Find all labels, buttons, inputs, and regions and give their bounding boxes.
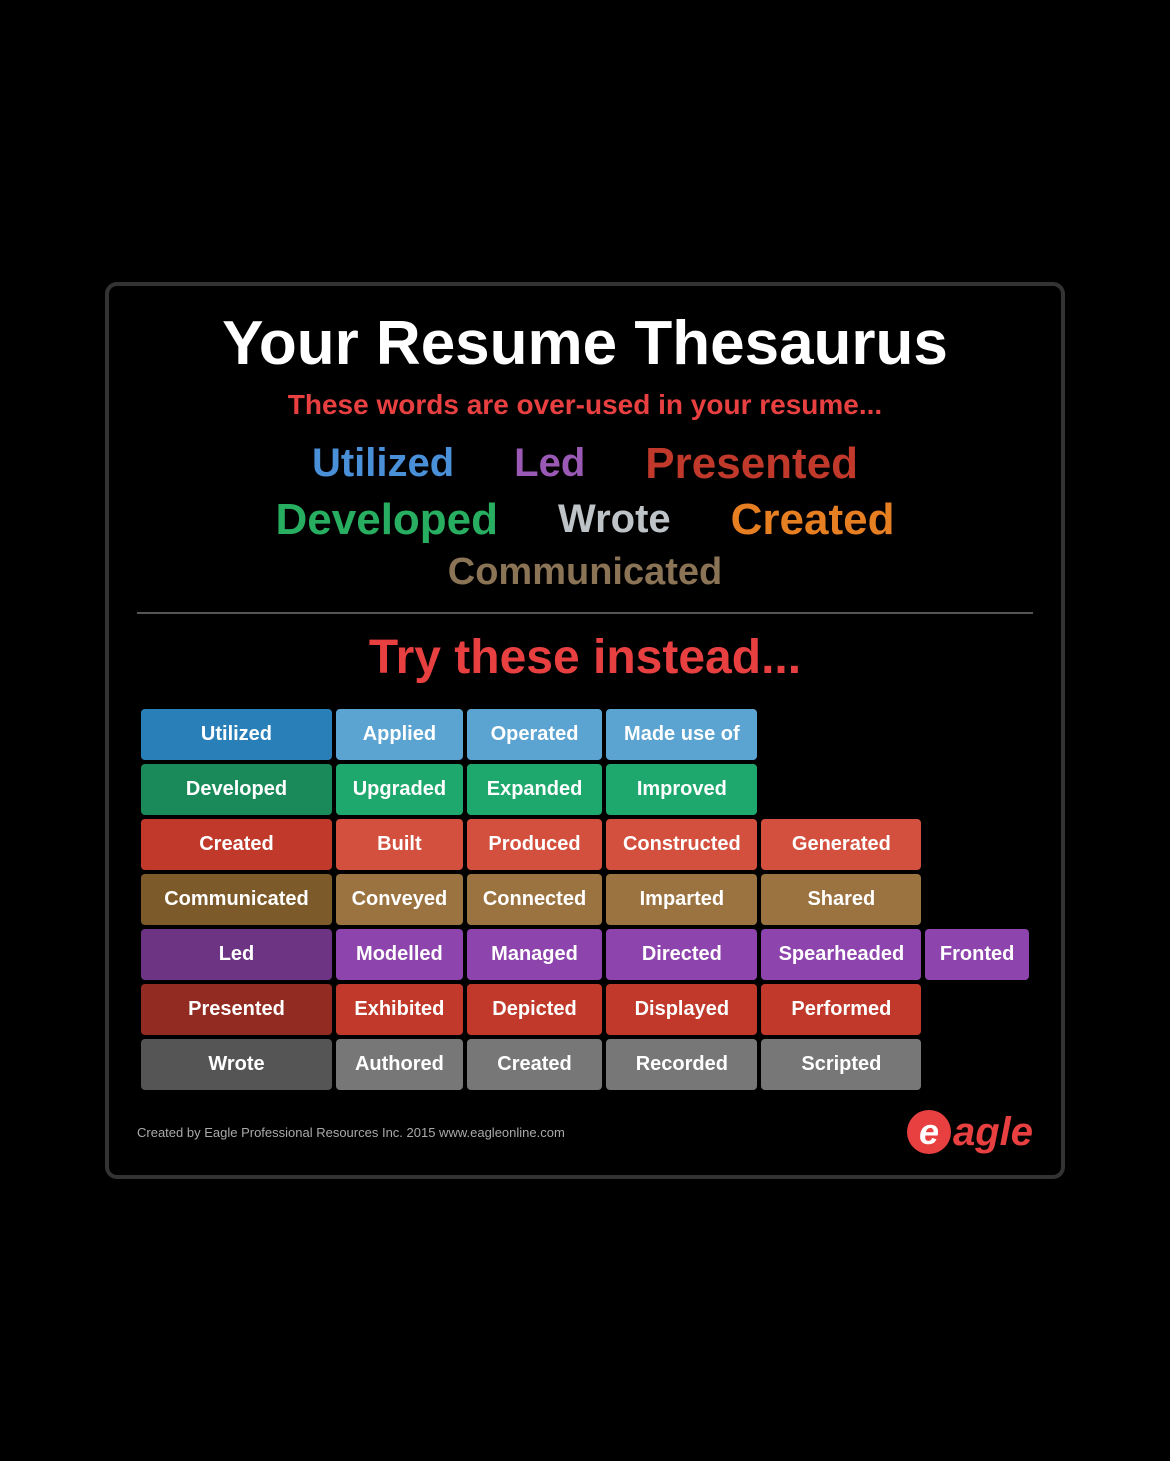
synonym-cell-4-2: Directed [606, 929, 757, 980]
overused-row-3: Communicated [137, 551, 1033, 594]
synonym-table: UtilizedAppliedOperatedMade use ofDevelo… [137, 705, 1033, 1094]
subtitle: These words are over-used in your resume… [137, 389, 1033, 421]
synonym-cell-0-2: Made use of [606, 709, 757, 760]
label-led: Led [141, 929, 332, 980]
synonym-cell-5-1: Depicted [467, 984, 602, 1035]
synonym-row-utilized: UtilizedAppliedOperatedMade use of [141, 709, 1029, 760]
eagle-logo-text: agle [953, 1110, 1033, 1155]
synonym-cell-5-0: Exhibited [336, 984, 463, 1035]
overused-utilized: Utilized [312, 441, 454, 486]
synonym-cell-6-0: Authored [336, 1039, 463, 1090]
synonym-cell-4-4: Fronted [925, 929, 1029, 980]
synonym-cell-2-1: Produced [467, 819, 602, 870]
section-divider [137, 612, 1033, 614]
synonym-cell-5-2: Displayed [606, 984, 757, 1035]
synonym-cell-1-2: Improved [606, 764, 757, 815]
label-developed: Developed [141, 764, 332, 815]
synonym-cell-3-1: Connected [467, 874, 602, 925]
overused-presented: Presented [645, 439, 858, 489]
infographic-container: Your Resume Thesaurus These words are ov… [105, 282, 1065, 1178]
synonym-cell-4-0: Modelled [336, 929, 463, 980]
synonym-row-created: CreatedBuiltProducedConstructedGenerated [141, 819, 1029, 870]
overused-communicated: Communicated [448, 551, 722, 594]
synonym-cell-2-2: Constructed [606, 819, 757, 870]
overused-words-section: Utilized Led Presented Developed Wrote C… [137, 439, 1033, 594]
label-presented: Presented [141, 984, 332, 1035]
synonym-cell-4-1: Managed [467, 929, 602, 980]
overused-row-1: Utilized Led Presented [137, 439, 1033, 489]
synonym-cell-6-1: Created [467, 1039, 602, 1090]
synonym-cell-4-3: Spearheaded [761, 929, 921, 980]
synonym-cell-0-1: Operated [467, 709, 602, 760]
synonym-cell-5-3: Performed [761, 984, 921, 1035]
overused-wrote: Wrote [558, 497, 671, 542]
footer: Created by Eagle Professional Resources … [137, 1110, 1033, 1155]
footer-text: Created by Eagle Professional Resources … [137, 1125, 565, 1140]
eagle-e-icon: e [907, 1110, 951, 1154]
overused-created: Created [731, 495, 895, 545]
synonym-cell-1-0: Upgraded [336, 764, 463, 815]
synonym-cell-3-3: Shared [761, 874, 921, 925]
overused-developed: Developed [276, 495, 499, 545]
synonym-row-communicated: CommunicatedConveyedConnectedImpartedSha… [141, 874, 1029, 925]
synonym-row-presented: PresentedExhibitedDepictedDisplayedPerfo… [141, 984, 1029, 1035]
synonym-cell-3-0: Conveyed [336, 874, 463, 925]
try-instead-heading: Try these instead... [137, 630, 1033, 685]
main-title: Your Resume Thesaurus [137, 310, 1033, 378]
synonym-row-developed: DevelopedUpgradedExpandedImproved [141, 764, 1029, 815]
label-created: Created [141, 819, 332, 870]
synonym-cell-3-2: Imparted [606, 874, 757, 925]
synonym-row-led: LedModelledManagedDirectedSpearheadedFro… [141, 929, 1029, 980]
eagle-logo: e agle [907, 1110, 1033, 1155]
synonym-cell-6-3: Scripted [761, 1039, 921, 1090]
overused-row-2: Developed Wrote Created [137, 495, 1033, 545]
label-communicated: Communicated [141, 874, 332, 925]
synonym-cell-0-0: Applied [336, 709, 463, 760]
label-wrote: Wrote [141, 1039, 332, 1090]
label-utilized: Utilized [141, 709, 332, 760]
synonym-cell-6-2: Recorded [606, 1039, 757, 1090]
synonym-cell-1-1: Expanded [467, 764, 602, 815]
overused-led: Led [514, 441, 585, 486]
synonym-cell-2-0: Built [336, 819, 463, 870]
synonym-cell-2-3: Generated [761, 819, 921, 870]
synonym-row-wrote: WroteAuthoredCreatedRecordedScripted [141, 1039, 1029, 1090]
